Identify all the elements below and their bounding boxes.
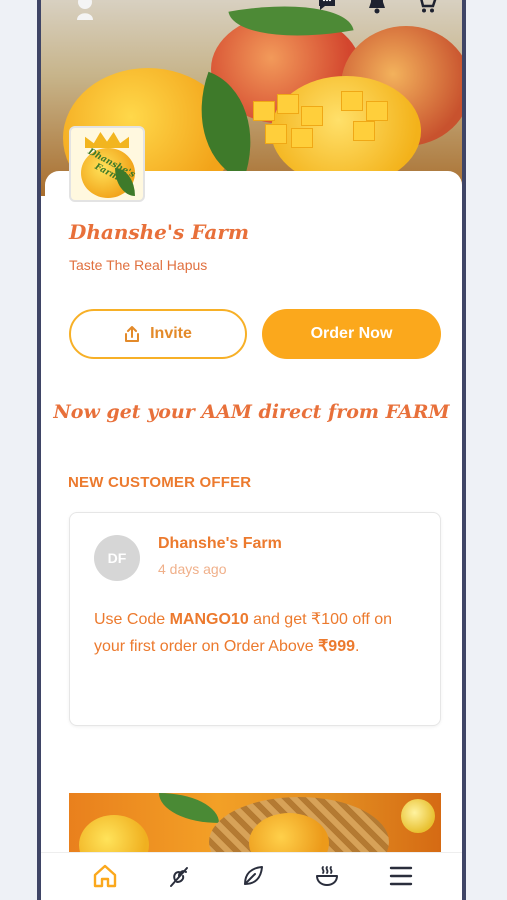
farm-logo: Dhanshe's Farm xyxy=(69,126,145,202)
invite-button[interactable]: Invite xyxy=(69,309,247,359)
bell-icon[interactable] xyxy=(367,0,387,14)
user-icon[interactable] xyxy=(74,0,96,20)
leaf-icon[interactable] xyxy=(239,863,267,889)
offer-text: Use Code MANGO10 and get ₹100 off on you… xyxy=(94,611,393,655)
home-icon[interactable] xyxy=(91,863,119,889)
offer-section-title: NEW CUSTOMER OFFER xyxy=(68,474,252,491)
order-now-label: Order Now xyxy=(310,325,393,342)
offer-code: MANGO10 xyxy=(169,611,249,628)
offer-min-amount: ₹999 xyxy=(318,638,355,655)
plant-icon[interactable] xyxy=(165,863,193,889)
offer-poster-name: Dhanshe's Farm xyxy=(158,535,282,552)
bottom-nav xyxy=(41,852,462,900)
share-icon xyxy=(125,326,140,342)
offer-card[interactable]: DF Dhanshe's Farm 4 days ago Use Code MA… xyxy=(69,512,441,726)
farm-tagline: Taste The Real Hapus xyxy=(69,257,208,273)
offer-timestamp: 4 days ago xyxy=(158,561,227,577)
order-now-button[interactable]: Order Now xyxy=(262,309,441,359)
phone-frame: Dhanshe's Farm Dhanshe's Farm Taste The … xyxy=(37,0,466,900)
menu-icon[interactable] xyxy=(387,863,415,889)
farm-name: Dhanshe's Farm xyxy=(69,220,250,244)
invite-label: Invite xyxy=(150,325,192,342)
promo-banner-image[interactable] xyxy=(69,793,441,853)
avatar: DF xyxy=(94,535,140,581)
promo-text: Now get your AAM direct from FARM xyxy=(53,401,450,423)
chat-icon[interactable] xyxy=(317,0,337,12)
bowl-icon[interactable] xyxy=(313,863,341,889)
cart-icon[interactable] xyxy=(415,0,437,14)
